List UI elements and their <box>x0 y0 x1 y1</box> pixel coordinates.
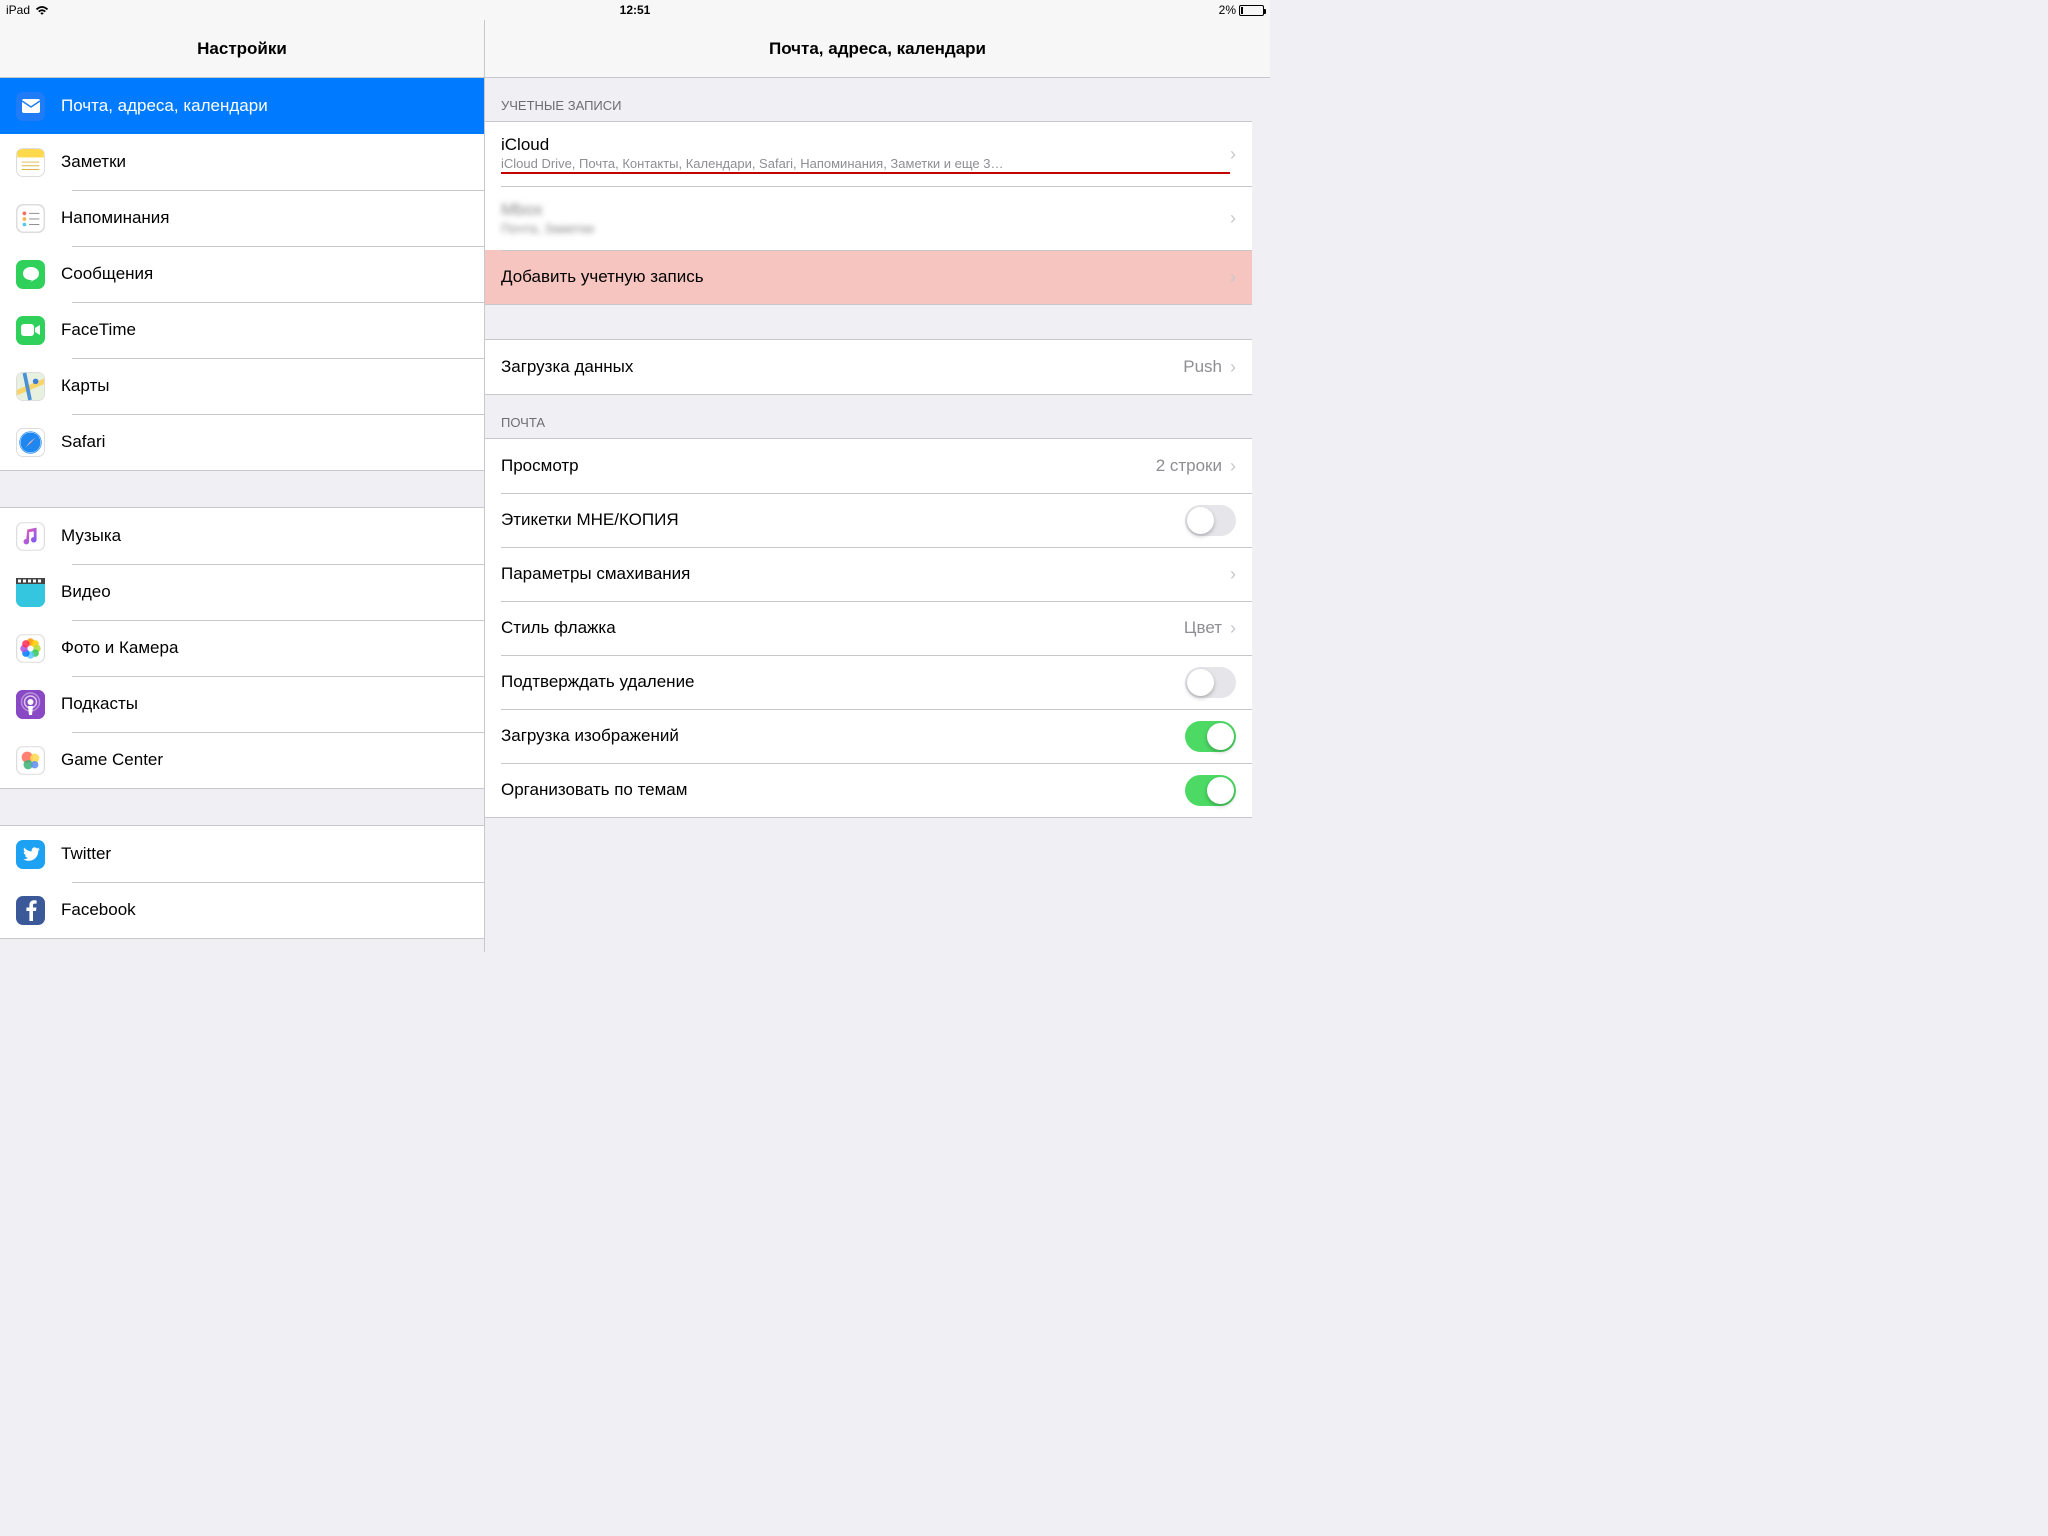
messages-icon <box>16 260 45 289</box>
wifi-icon <box>35 5 49 16</box>
sidebar-item-label: Музыка <box>61 526 468 546</box>
sidebar-item-фото-и-камера[interactable]: Фото и Камера <box>0 620 484 676</box>
mail-icon <box>16 92 45 121</box>
gamecenter-icon <box>16 746 45 775</box>
mail-row-стиль-флажка[interactable]: Стиль флажкаЦвет › <box>485 601 1252 655</box>
chevron-right-icon: › <box>1230 144 1236 165</box>
reminders-icon <box>16 204 45 233</box>
toggle-switch[interactable] <box>1185 721 1236 752</box>
chevron-right-icon: › <box>1230 618 1236 639</box>
sidebar-title: Настройки <box>197 39 287 59</box>
sidebar-item-видео[interactable]: Видео <box>0 564 484 620</box>
fetch-value: Push <box>1183 357 1222 377</box>
chevron-right-icon: › <box>1230 456 1236 477</box>
mail-group: Просмотр2 строки › Этикетки МНЕ/КОПИЯ Парам… <box>485 438 1252 818</box>
row-label: Загрузка изображений <box>501 726 1185 746</box>
detail-title: Почта, адреса, календари <box>769 39 986 59</box>
accounts-group: iCloudiCloud Drive, Почта, Контакты, Кал… <box>485 121 1252 305</box>
toggle-switch[interactable] <box>1185 505 1236 536</box>
sidebar-item-label: Facebook <box>61 900 468 920</box>
mail-row-этикетки-мне-копия[interactable]: Этикетки МНЕ/КОПИЯ <box>485 493 1252 547</box>
add-account-row[interactable]: Добавить учетную запись› <box>485 250 1252 304</box>
sidebar-item-почта-адреса-календари[interactable]: Почта, адреса, календари <box>0 78 484 134</box>
mail-row-организовать-по-темам[interactable]: Организовать по темам <box>485 763 1252 817</box>
sidebar-item-label: Фото и Камера <box>61 638 468 658</box>
row-label: Стиль флажка <box>501 618 1184 638</box>
fetch-label: Загрузка данных <box>501 357 1183 377</box>
account-title: Mbox <box>501 200 1230 220</box>
sidebar-title-bar: Настройки <box>0 20 484 78</box>
sidebar-item-label: Сообщения <box>61 264 468 284</box>
sidebar-item-label: Подкасты <box>61 694 468 714</box>
accounts-header: УЧЕТНЫЕ ЗАПИСИ <box>485 78 1252 121</box>
detail-title-bar: Почта, адреса, календари <box>485 20 1270 78</box>
clock: 12:51 <box>620 3 651 17</box>
settings-sidebar: Настройки Почта, адреса, календари Заметк… <box>0 20 485 952</box>
facebook-icon <box>16 896 45 925</box>
sidebar-item-label: Safari <box>61 432 468 452</box>
facetime-icon <box>16 316 45 345</box>
row-value: Цвет <box>1184 618 1222 638</box>
sidebar-item-twitter[interactable]: Twitter <box>0 826 484 882</box>
row-label: Этикетки МНЕ/КОПИЯ <box>501 510 1185 530</box>
account-subtitle: Почта, Заметки <box>501 221 1230 236</box>
account-row[interactable]: MboxПочта, Заметки› <box>485 186 1252 250</box>
add-account-label: Добавить учетную запись <box>501 267 1230 287</box>
detail-pane: Почта, адреса, календари УЧЕТНЫЕ ЗАПИСИ … <box>485 20 1270 952</box>
mail-row-подтверждать-удаление[interactable]: Подтверждать удаление <box>485 655 1252 709</box>
sidebar-item-game-center[interactable]: Game Center <box>0 732 484 788</box>
sidebar-item-safari[interactable]: Safari <box>0 414 484 470</box>
sidebar-item-label: FaceTime <box>61 320 468 340</box>
chevron-right-icon: › <box>1230 564 1236 585</box>
account-row[interactable]: iCloudiCloud Drive, Почта, Контакты, Кал… <box>485 122 1252 186</box>
chevron-right-icon: › <box>1230 208 1236 229</box>
notes-icon <box>16 148 45 177</box>
fetch-row[interactable]: Загрузка данных Push › <box>485 340 1252 394</box>
account-title: iCloud <box>501 135 1230 155</box>
sidebar-item-label: Заметки <box>61 152 468 172</box>
fetch-group: Загрузка данных Push › <box>485 339 1252 395</box>
row-value: 2 строки <box>1156 456 1222 476</box>
twitter-icon <box>16 840 45 869</box>
mail-header: ПОЧТА <box>485 395 1252 438</box>
podcasts-icon <box>16 690 45 719</box>
videos-icon <box>16 578 45 607</box>
sidebar-item-напоминания[interactable]: Напоминания <box>0 190 484 246</box>
sidebar-item-facetime[interactable]: FaceTime <box>0 302 484 358</box>
sidebar-item-label: Game Center <box>61 750 468 770</box>
music-icon <box>16 522 45 551</box>
chevron-right-icon: › <box>1230 267 1236 288</box>
toggle-switch[interactable] <box>1185 667 1236 698</box>
account-subtitle: iCloud Drive, Почта, Контакты, Календари… <box>501 156 1230 174</box>
chevron-right-icon: › <box>1230 357 1236 378</box>
sidebar-item-музыка[interactable]: Музыка <box>0 508 484 564</box>
sidebar-item-подкасты[interactable]: Подкасты <box>0 676 484 732</box>
sidebar-item-сообщения[interactable]: Сообщения <box>0 246 484 302</box>
device-label: iPad <box>6 3 30 17</box>
sidebar-item-карты[interactable]: Карты <box>0 358 484 414</box>
mail-row-загрузка-изображений[interactable]: Загрузка изображений <box>485 709 1252 763</box>
mail-row-параметры-смахивания[interactable]: Параметры смахивания› <box>485 547 1252 601</box>
sidebar-item-facebook[interactable]: Facebook <box>0 882 484 938</box>
safari-icon <box>16 428 45 457</box>
sidebar-item-label: Twitter <box>61 844 468 864</box>
status-bar: iPad 12:51 2% <box>0 0 1270 20</box>
row-label: Параметры смахивания <box>501 564 1230 584</box>
battery-percent: 2% <box>1219 3 1236 17</box>
sidebar-item-заметки[interactable]: Заметки <box>0 134 484 190</box>
row-label: Организовать по темам <box>501 780 1185 800</box>
battery-icon <box>1239 5 1264 16</box>
sidebar-item-label: Напоминания <box>61 208 468 228</box>
maps-icon <box>16 372 45 401</box>
sidebar-item-label: Почта, адреса, календари <box>61 96 468 116</box>
row-label: Просмотр <box>501 456 1156 476</box>
sidebar-item-label: Видео <box>61 582 468 602</box>
photos-icon <box>16 634 45 663</box>
toggle-switch[interactable] <box>1185 775 1236 806</box>
row-label: Подтверждать удаление <box>501 672 1185 692</box>
mail-row-просмотр[interactable]: Просмотр2 строки › <box>485 439 1252 493</box>
sidebar-item-label: Карты <box>61 376 468 396</box>
